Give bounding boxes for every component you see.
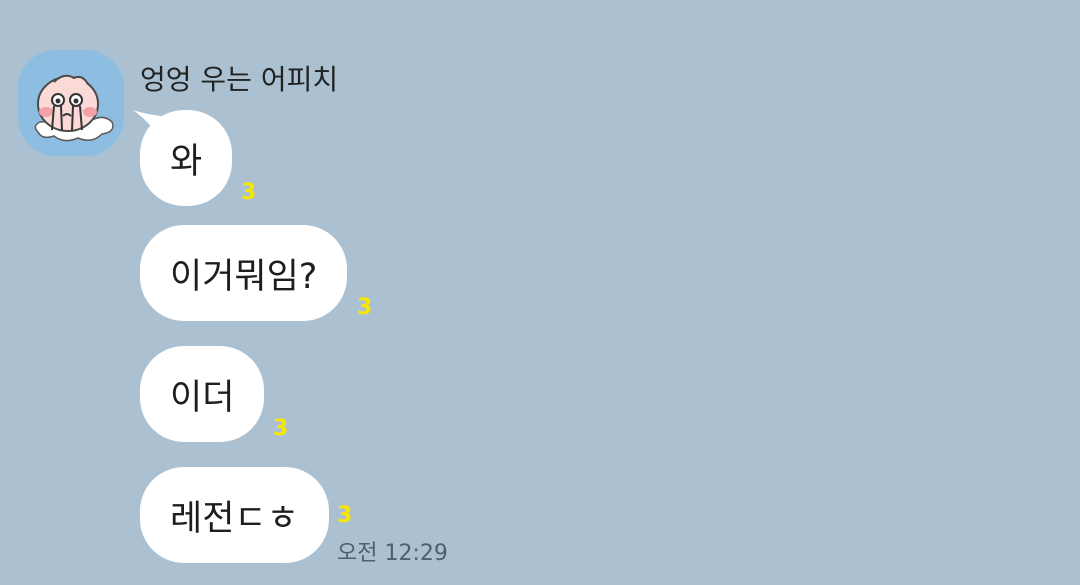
unread-count: 3 [357,295,373,320]
avatar[interactable] [18,50,124,156]
message-text: 이거뭐임? [170,256,318,297]
message-text: 와 [170,141,203,182]
message-text: 레전ㄷㅎ [170,498,299,539]
crying-apeach-icon [34,74,114,142]
message-text: 이더 [170,377,235,418]
message-bubble[interactable]: 와 [140,110,233,206]
message-bubble[interactable]: 레전ㄷㅎ [140,467,329,563]
unread-count: 3 [273,416,289,441]
message-bubble[interactable]: 이더 [140,346,265,442]
message-timestamp: 오전 12:29 [337,541,448,566]
unread-count: 3 [241,180,257,205]
sender-name: 엉엉 우는 어피치 [140,63,339,96]
unread-count: 3 [337,503,353,528]
message-bubble[interactable]: 이거뭐임? [140,225,348,321]
